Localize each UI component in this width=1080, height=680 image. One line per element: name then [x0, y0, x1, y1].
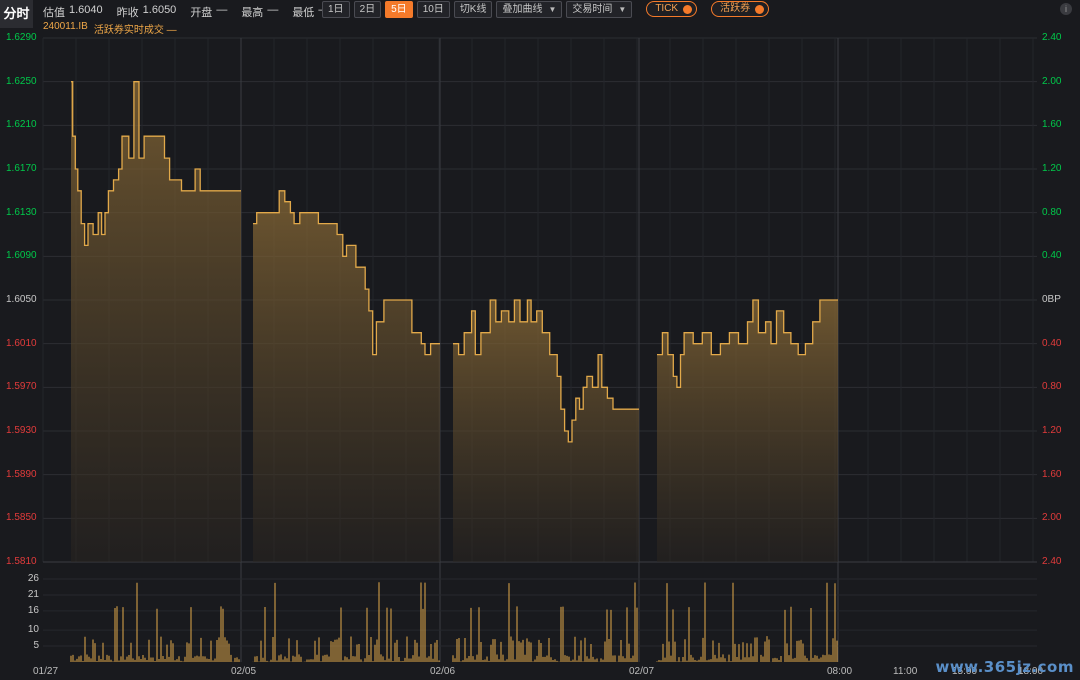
bp-tick-label: 0.40: [1042, 337, 1062, 349]
bp-tick-label: 2.40: [1042, 556, 1062, 567]
x-tick-label: 02/05: [231, 666, 257, 677]
volume-tick-label: 10: [27, 624, 39, 636]
volume-tick-label: 16: [27, 604, 39, 616]
bp-tick-label: 1.60: [1042, 119, 1062, 131]
bp-tick-label: 1.60: [1042, 468, 1062, 480]
x-tick-label: 08:00: [827, 666, 853, 677]
price-tick-label: 1.6250: [6, 75, 37, 87]
volume-tick-label: 21: [27, 588, 39, 600]
price-chart[interactable]: [0, 0, 1080, 680]
price-tick-label: 1.6010: [6, 337, 37, 349]
x-tick-label: 11:00: [893, 666, 918, 677]
price-tick-label: 1.6130: [6, 206, 37, 218]
price-tick-label: 1.5850: [6, 512, 37, 524]
price-tick-label: 1.6170: [6, 163, 37, 174]
volume-tick-label: 26: [27, 573, 39, 584]
volume-tick-label: 5: [33, 640, 39, 652]
bp-tick-label: 1.20: [1042, 425, 1062, 436]
bp-tick-label: 2.00: [1042, 75, 1062, 87]
price-area: [71, 81, 241, 562]
bp-tick-label: 0.80: [1042, 206, 1062, 218]
bp-tick-label: 0.40: [1042, 250, 1062, 262]
price-tick-label: 1.6090: [6, 250, 37, 262]
price-tick-label: 1.5930: [6, 425, 37, 436]
bp-tick-label: 0.80: [1042, 381, 1062, 393]
price-tick-label: 1.6210: [6, 119, 37, 131]
price-tick-label: 1.5890: [6, 468, 37, 480]
x-tick-label: 02/06: [430, 666, 456, 677]
price-tick-label: 1.5810: [6, 556, 37, 567]
x-tick-label: 02/07: [629, 666, 655, 677]
bp-tick-label: 0BP: [1042, 294, 1061, 305]
price-tick-label: 1.5970: [6, 381, 37, 393]
x-tick-label: 01/27: [33, 666, 59, 677]
price-tick-label: 1.6050: [6, 294, 37, 305]
price-tick-label: 1.6290: [6, 32, 37, 43]
bp-tick-label: 1.20: [1042, 163, 1062, 174]
bp-tick-label: 2.40: [1042, 32, 1062, 43]
bp-tick-label: 2.00: [1042, 512, 1062, 524]
watermark: www.365jz.com: [935, 658, 1074, 676]
